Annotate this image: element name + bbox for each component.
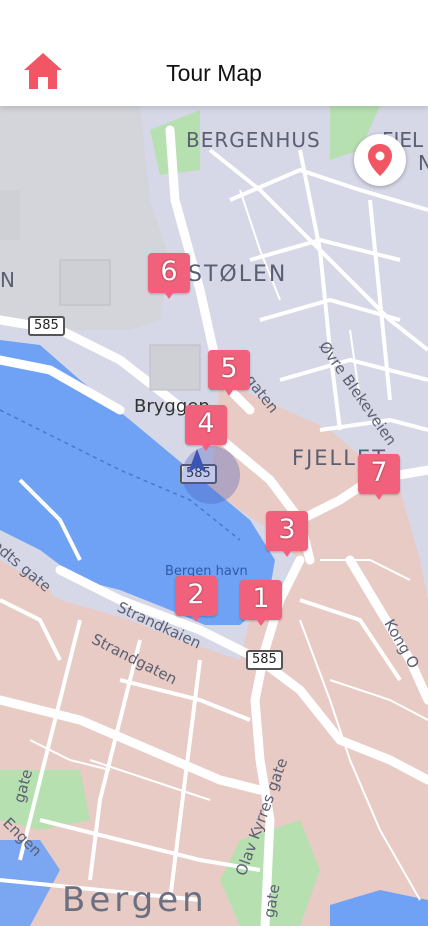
app-header: Tour Map [0,0,428,106]
label-bergen: Bergen [62,880,208,920]
page-title: Tour Map [166,60,262,86]
tour-marker-4[interactable]: 4 [185,405,227,457]
label-n-left: N [0,268,15,292]
marker-number: 7 [370,457,388,488]
marker-number: 5 [220,353,238,384]
tour-marker-7[interactable]: 7 [358,454,400,506]
tour-marker-5[interactable]: 5 [208,350,250,402]
map-pin-icon [368,144,392,176]
tour-marker-2[interactable]: 2 [175,576,217,628]
tour-marker-1[interactable]: 1 [240,580,282,632]
marker-number: 1 [252,583,270,614]
label-bergenhus: BERGENHUS [186,128,321,152]
locate-button[interactable] [354,134,406,186]
marker-number: 2 [187,579,205,610]
road-shield-585: 585 [246,650,283,670]
marker-number: 3 [278,514,296,545]
road-shield-585: 585 [28,316,65,336]
marker-number: 4 [197,408,215,439]
tour-marker-6[interactable]: 6 [148,253,190,305]
label-n-top: N [418,151,428,175]
label-stolen: STØLEN [188,262,288,287]
map-tiles [0,106,428,926]
tour-marker-3[interactable]: 3 [266,511,308,563]
marker-number: 6 [160,256,178,287]
map-view[interactable]: BERGENHUS FJEL N N STØLEN Bryggen Øvre B… [0,106,428,926]
